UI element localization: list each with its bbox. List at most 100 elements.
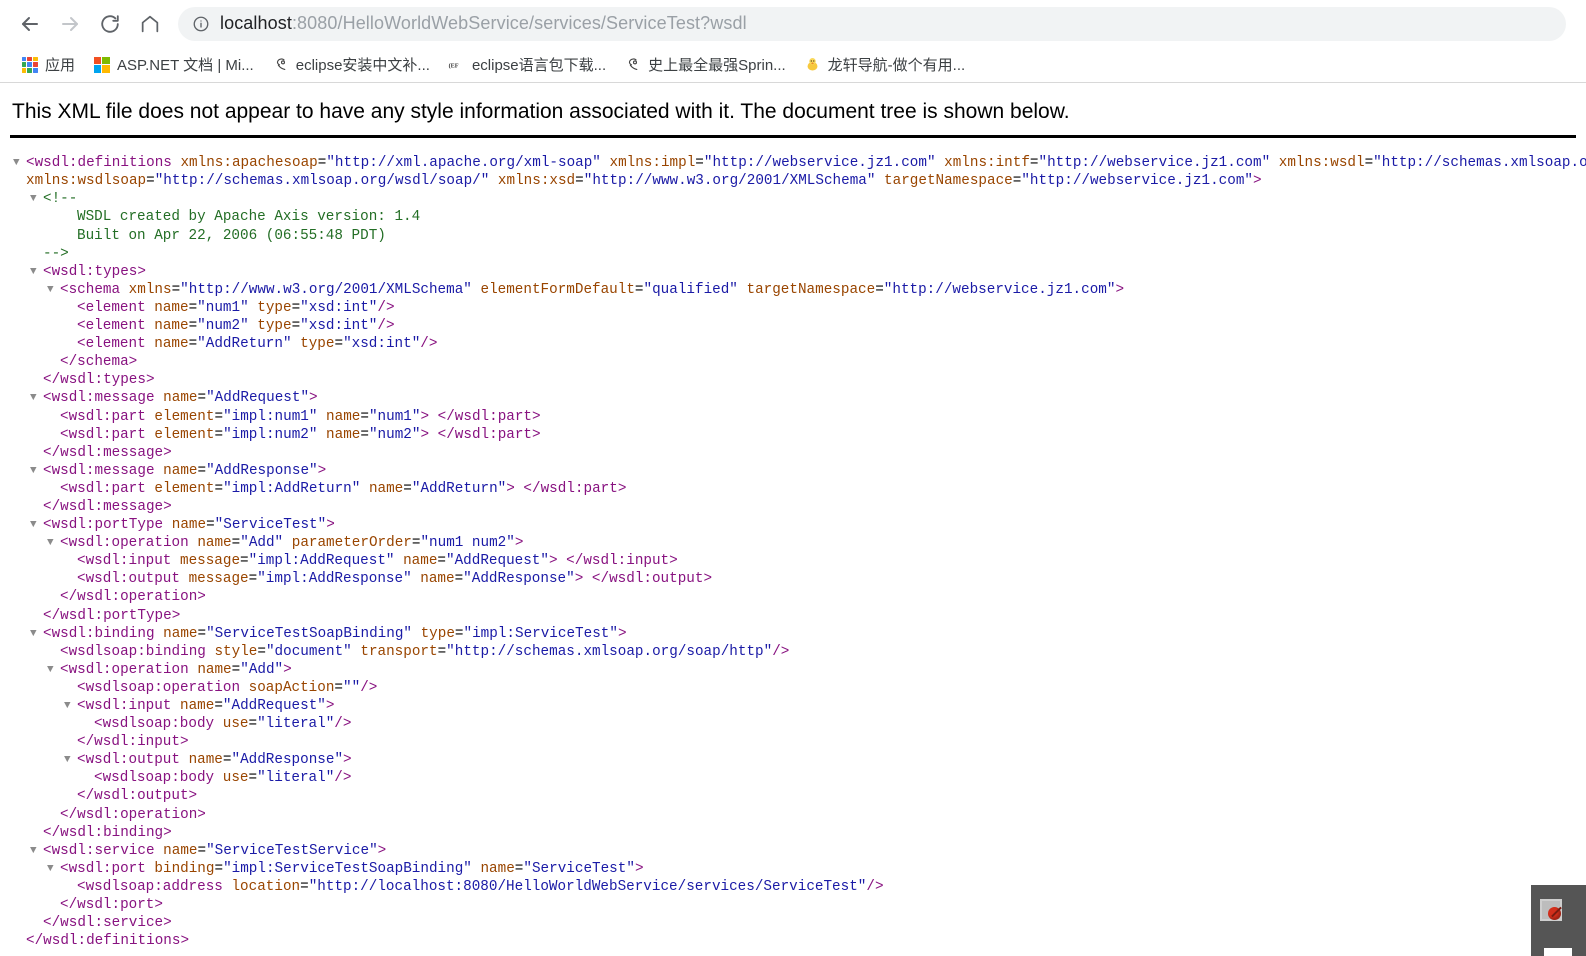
xml-token-plain [395, 553, 404, 569]
expand-triangle-icon[interactable]: ▼ [47, 281, 60, 299]
xml-token-punct: > [163, 824, 172, 841]
screen-record-overlay[interactable] [1531, 885, 1586, 956]
xml-token-tag: wsdlsoap:address [85, 878, 223, 895]
expand-triangle-icon[interactable]: ▼ [47, 860, 60, 878]
xml-token-tag: wsdl:message [51, 462, 155, 479]
xml-token-val: "xsd:int" [300, 299, 378, 316]
xml-token-tag: wsdl:service [60, 915, 164, 932]
xml-token-val: "AddReturn" [411, 480, 507, 497]
home-icon [139, 13, 161, 35]
overlay-notch [1544, 948, 1572, 956]
xml-token-tag: wsdl:operation [77, 806, 198, 823]
bookmark-eclipse-langpack[interactable]: (EF eclipse语言包下载... [439, 51, 615, 79]
xml-token-tag: wsdl:input [85, 698, 172, 714]
xml-token-plain: = [695, 155, 704, 172]
expand-triangle-icon[interactable]: ▼ [64, 697, 77, 715]
xml-token-tag: wsdl:output [94, 788, 189, 805]
reload-button[interactable] [90, 4, 130, 44]
xml-token-punct: < [94, 770, 103, 787]
url-text[interactable]: localhost:8080/HelloWorldWebService/serv… [220, 13, 747, 34]
xml-token-plain [412, 571, 421, 587]
xml-token-plain [155, 843, 164, 859]
xml-token-plain [317, 409, 326, 425]
bookmark-longxuan-nav[interactable]: 龙轩导航-做个有用... [795, 51, 975, 79]
xml-token-punct: > [420, 426, 430, 443]
bookmark-eclipse-chinese-pack[interactable]: eclipse安装中文补... [263, 51, 439, 79]
xml-token-attr: location [231, 878, 301, 895]
xml-token-attr: name [154, 318, 189, 335]
xml-line: <element name="num1" type="xsd:int"/> [12, 299, 1586, 317]
xml-token-tag: wsdl:message [60, 498, 164, 515]
xml-token-punct: > [617, 480, 627, 497]
xml-token-tag: wsdl:types [60, 372, 146, 389]
xml-token-val: "http://webservice.jz1.com" [1021, 173, 1253, 190]
xml-token-attr: type [420, 625, 455, 642]
xml-token-attr: element [154, 480, 215, 497]
xml-line: ▼ <wsdl:message name="AddResponse"> [12, 462, 1586, 480]
expand-triangle-icon[interactable]: ▼ [30, 263, 43, 281]
expand-triangle-icon[interactable]: ▼ [30, 389, 43, 407]
xml-token-plain: = [240, 553, 249, 570]
info-circle-icon[interactable] [192, 15, 210, 33]
xml-line: </wsdl:output> [12, 787, 1586, 805]
xml-token-punct: < [77, 698, 86, 714]
bookmark-apps[interactable]: 应用 [12, 51, 84, 79]
expand-triangle-icon[interactable]: ▼ [30, 462, 43, 480]
expand-triangle-icon[interactable]: ▼ [30, 842, 43, 860]
xml-token-plain [936, 155, 945, 171]
xml-token-attr: name [326, 426, 361, 443]
xml-token-tag: wsdl:portType [51, 517, 164, 534]
xml-token-punct: < [43, 517, 52, 534]
xml-token-tag: wsdl:part [454, 408, 533, 425]
xml-token-val: "document" [265, 643, 352, 660]
xml-token-plain: = [454, 625, 464, 642]
back-button[interactable] [10, 4, 50, 44]
xml-line: ▼ <wsdl:input name="AddRequest"> [12, 697, 1586, 715]
xml-line: </wsdl:message> [12, 444, 1586, 462]
home-button[interactable] [130, 4, 170, 44]
xml-token-attr: targetNamespace [746, 281, 876, 298]
xml-token-attr: name [188, 752, 223, 769]
expand-triangle-icon[interactable]: ▼ [30, 190, 43, 208]
bookmark-spring-guide[interactable]: 史上最全最强Sprin... [615, 51, 795, 79]
xml-token-val: "impl:num1" [223, 408, 318, 425]
xml-token-punct: > [420, 408, 430, 425]
expand-triangle-icon[interactable]: ▼ [13, 154, 26, 172]
xml-token-plain: = [214, 698, 223, 714]
expand-triangle-icon[interactable]: ▼ [30, 625, 43, 643]
xml-token-punct: < [43, 263, 52, 280]
expand-triangle-icon[interactable]: ▼ [64, 751, 77, 769]
xml-token-tag: wsdl:definitions [34, 155, 172, 172]
xml-token-plain [249, 318, 258, 334]
xml-token-val: "impl:ServiceTest" [463, 625, 618, 642]
xml-token-plain: = [403, 480, 412, 497]
xml-token-attr: elementFormDefault [480, 281, 635, 298]
xml-token-tag: element [85, 336, 146, 353]
xml-token-punct: < [77, 336, 86, 353]
xml-token-punct: < [43, 625, 52, 642]
xml-token-comment: --> [43, 245, 69, 262]
xml-token-val: "xsd:int" [300, 318, 378, 335]
xml-token-val: "literal" [257, 716, 335, 733]
expand-triangle-icon[interactable]: ▼ [30, 516, 43, 534]
xml-token-val: "Add" [240, 661, 284, 678]
bookmark-aspnet-docs[interactable]: ASP.NET 文档 | Mi... [84, 51, 263, 79]
xml-token-plain [155, 390, 164, 406]
xml-token-plain [180, 571, 189, 587]
xml-token-punct: </ [437, 426, 455, 443]
xml-token-val: "ServiceTest" [523, 860, 635, 877]
xml-token-tag: wsdl:message [60, 444, 164, 461]
xml-token-plain: = [146, 173, 155, 190]
xml-token-tag: schema [68, 281, 121, 298]
xml-token-tag: wsdl:output [85, 571, 180, 588]
xml-token-punct: < [60, 408, 69, 425]
address-bar[interactable]: localhost:8080/HelloWorldWebService/serv… [178, 6, 1566, 41]
forward-button[interactable] [50, 4, 90, 44]
xml-token-punct: > [377, 842, 387, 859]
xml-token-plain [155, 626, 164, 642]
xml-token-val: "http://webservice.jz1.com" [703, 155, 936, 172]
expand-triangle-icon[interactable]: ▼ [47, 534, 60, 552]
xml-token-attr: message [179, 553, 241, 570]
expand-triangle-icon[interactable]: ▼ [47, 661, 60, 679]
xml-token-punct: > [669, 553, 678, 570]
